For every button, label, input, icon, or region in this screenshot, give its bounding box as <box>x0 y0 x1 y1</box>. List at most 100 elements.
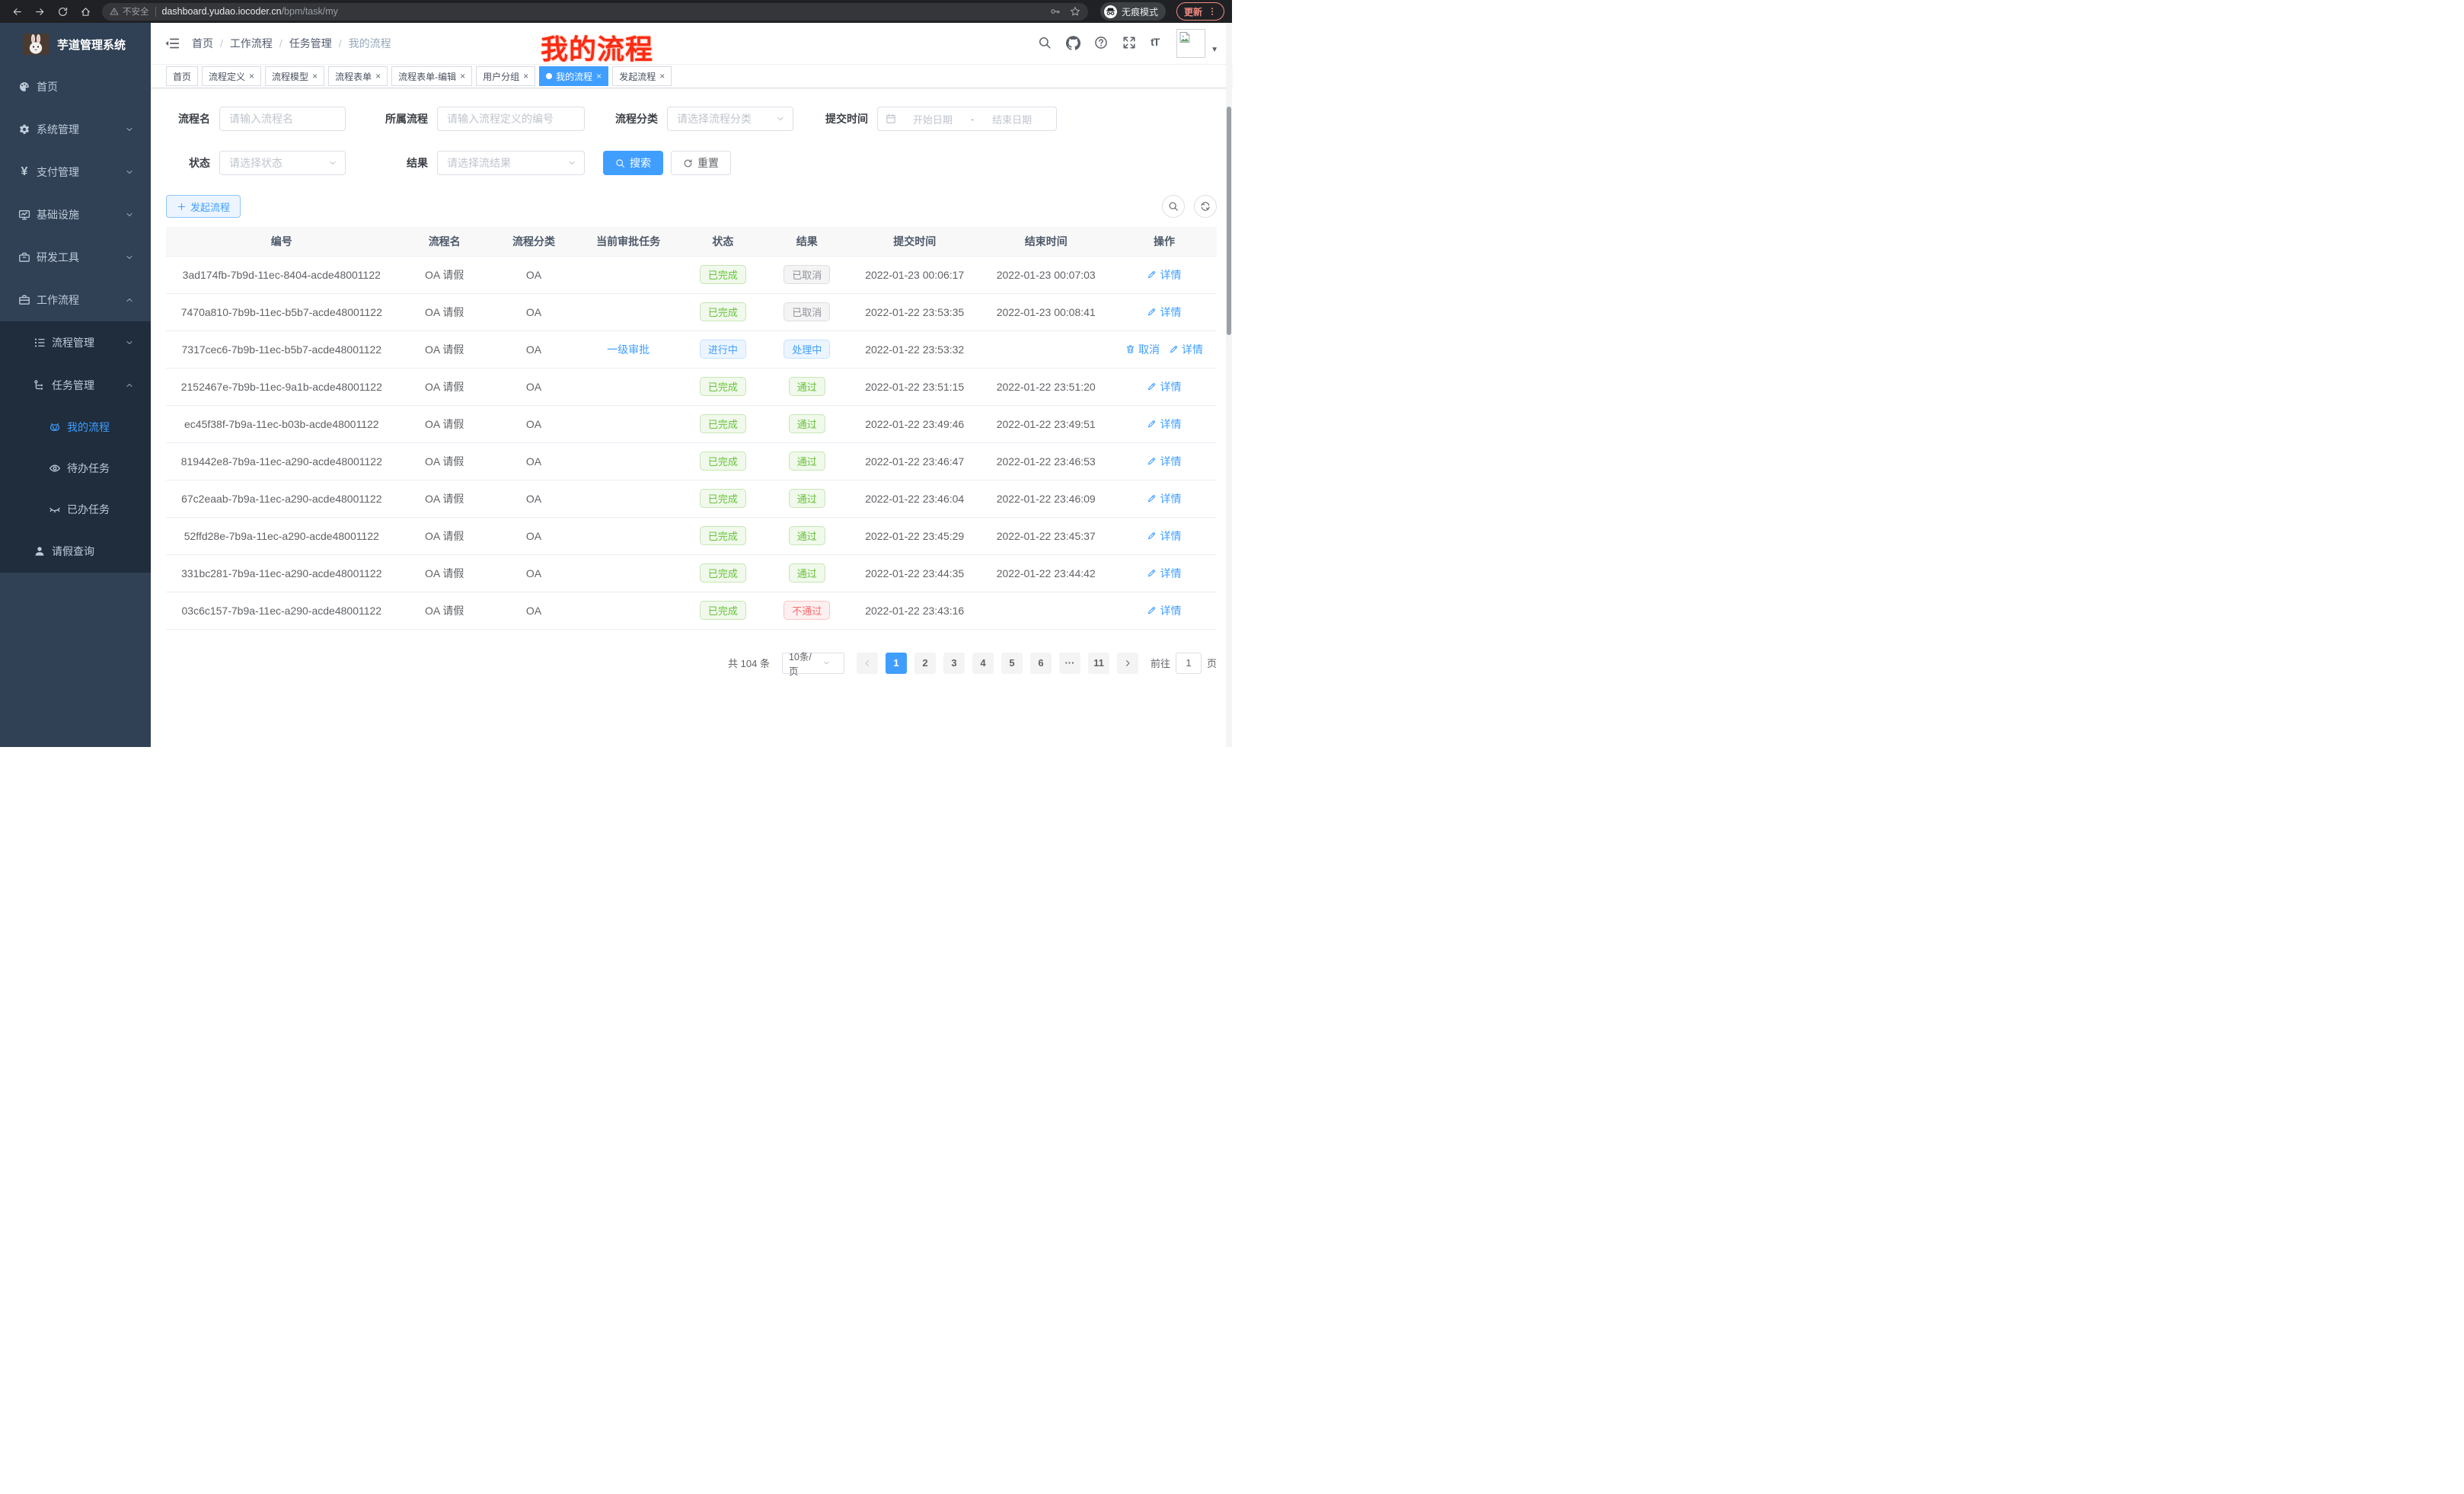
detail-link[interactable]: 详情 <box>1147 454 1181 469</box>
sidebar-item-研发工具[interactable]: 研发工具 <box>0 236 151 279</box>
toggle-search-button[interactable] <box>1162 195 1185 218</box>
chevron-down-icon <box>125 338 134 347</box>
page-size-select[interactable]: 10条/页 <box>782 653 844 674</box>
status-badge: 已完成 <box>700 601 746 620</box>
create-process-button[interactable]: 发起流程 <box>166 195 241 218</box>
breadcrumb-home[interactable]: 首页 <box>192 36 213 51</box>
font-size-button[interactable]: tT <box>1151 36 1166 51</box>
filter-result-select[interactable]: 请选择流结果 <box>437 151 585 175</box>
tab-label: 流程模型 <box>272 70 308 83</box>
tab-流程表单[interactable]: 流程表单× <box>328 66 388 86</box>
cell-process-name: OA 请假 <box>397 293 492 330</box>
tab-流程定义[interactable]: 流程定义 × <box>202 66 261 86</box>
edit-icon <box>1147 605 1157 615</box>
filter-name-input[interactable] <box>219 107 346 131</box>
sidebar-item-工作流程[interactable]: 工作流程 <box>0 279 151 321</box>
result-badge: 通过 <box>789 377 825 396</box>
key-icon[interactable] <box>1050 6 1061 17</box>
page-button-1[interactable]: 1 <box>886 653 907 674</box>
sidebar-item-基础设施[interactable]: 基础设施 <box>0 193 151 236</box>
detail-link[interactable]: 详情 <box>1147 267 1181 283</box>
sidebar-item-请假查询[interactable]: 请假查询 <box>0 530 151 573</box>
sidebar-item-我的流程[interactable]: 我的流程 <box>0 407 151 448</box>
close-icon[interactable]: × <box>659 72 665 81</box>
page-button-2[interactable]: 2 <box>914 653 936 674</box>
close-icon[interactable]: × <box>249 72 254 81</box>
page-button-5[interactable]: 5 <box>1001 653 1023 674</box>
bookmark-star-icon[interactable] <box>1070 6 1080 17</box>
breadcrumb-task[interactable]: 任务管理 <box>289 36 332 51</box>
scrollbar-thumb[interactable] <box>1227 107 1231 335</box>
table-row: 52ffd28e-7b9a-11ec-a290-acde48001122OA 请… <box>166 517 1217 554</box>
sidebar-item-已办任务[interactable]: 已办任务 <box>0 489 151 530</box>
fullscreen-button[interactable] <box>1122 36 1138 51</box>
browser-back-button[interactable] <box>8 2 26 21</box>
sidebar-item-待办任务[interactable]: 待办任务 <box>0 448 151 489</box>
browser-forward-button[interactable] <box>30 2 49 21</box>
page-button-4[interactable]: 4 <box>972 653 994 674</box>
detail-link[interactable]: 详情 <box>1147 417 1181 432</box>
help-button[interactable] <box>1094 36 1109 51</box>
next-page-button[interactable] <box>1117 653 1138 674</box>
chevron-up-icon <box>125 295 134 305</box>
goto-page-input[interactable] <box>1176 653 1202 674</box>
prev-page-button[interactable] <box>857 653 878 674</box>
page-button-3[interactable]: 3 <box>943 653 965 674</box>
page-button-6[interactable]: 6 <box>1030 653 1052 674</box>
detail-link[interactable]: 详情 <box>1147 491 1181 506</box>
detail-link[interactable]: 详情 <box>1147 379 1181 394</box>
refresh-table-button[interactable] <box>1194 195 1217 218</box>
page-scrollbar[interactable] <box>1226 23 1232 747</box>
filter-submit-time-range[interactable]: 开始日期 - 结束日期 <box>877 107 1057 131</box>
sidebar-toggle-button[interactable] <box>164 37 180 50</box>
browser-reload-button[interactable] <box>53 2 72 21</box>
detail-link[interactable]: 详情 <box>1169 342 1203 357</box>
tab-首页[interactable]: 首页 <box>166 66 198 86</box>
detail-link[interactable]: 详情 <box>1147 566 1181 581</box>
avatar-caret-icon[interactable]: ▼ <box>1211 46 1218 54</box>
tab-用户分组[interactable]: 用户分组× <box>476 66 535 86</box>
filter-category-select[interactable]: 请选择流程分类 <box>667 107 793 131</box>
reset-button[interactable]: 重置 <box>671 151 731 175</box>
page-button-11[interactable]: 11 <box>1088 653 1109 674</box>
sidebar-item-任务管理[interactable]: 任务管理 <box>0 364 151 407</box>
close-icon[interactable]: × <box>523 72 528 81</box>
detail-link[interactable]: 详情 <box>1147 305 1181 320</box>
sidebar-item-首页[interactable]: 首页 <box>0 65 151 108</box>
page-more-button[interactable]: ··· <box>1059 653 1080 674</box>
close-icon[interactable]: × <box>312 72 318 81</box>
cell-submit-time: 2022-01-22 23:51:15 <box>849 368 981 405</box>
cancel-link[interactable]: 取消 <box>1125 342 1160 357</box>
avatar[interactable] <box>1176 29 1205 58</box>
tab-流程模型[interactable]: 流程模型 × <box>265 66 324 86</box>
incognito-badge: 无痕模式 <box>1100 2 1166 21</box>
breadcrumb-workflow[interactable]: 工作流程 <box>230 36 273 51</box>
browser-menu-icon[interactable] <box>1208 7 1217 16</box>
tab-流程表单-编辑[interactable]: 流程表单-编辑× <box>391 66 472 86</box>
detail-link[interactable]: 详情 <box>1147 528 1181 544</box>
sidebar-item-系统管理[interactable]: 系统管理 <box>0 108 151 151</box>
cell-process-category: OA <box>492 480 576 517</box>
github-button[interactable] <box>1066 36 1081 51</box>
filter-status-select[interactable]: 请选择状态 <box>219 151 346 175</box>
tab-label: 流程定义 <box>209 70 245 83</box>
header-search-button[interactable] <box>1038 36 1053 51</box>
tab-发起流程[interactable]: 发起流程× <box>612 66 672 86</box>
tab-我的流程[interactable]: 我的流程× <box>539 66 608 86</box>
close-icon[interactable]: × <box>460 72 465 81</box>
search-icon <box>1038 36 1052 49</box>
filter-definition-input[interactable] <box>437 107 585 131</box>
search-button[interactable]: 搜索 <box>603 151 663 175</box>
sidebar-item-支付管理[interactable]: ¥支付管理 <box>0 151 151 193</box>
browser-update-button[interactable]: 更新 <box>1176 2 1224 21</box>
sidebar-item-流程管理[interactable]: 流程管理 <box>0 321 151 364</box>
close-icon[interactable]: × <box>596 72 602 81</box>
browser-home-button[interactable] <box>76 2 94 21</box>
address-bar[interactable]: 不安全 dashboard.yudao.iocoder.cn /bpm/task… <box>102 3 1088 21</box>
cell-actions: 详情 <box>1112 442 1217 480</box>
forward-icon <box>34 6 46 18</box>
current-task-link[interactable]: 一级审批 <box>607 343 650 356</box>
close-icon[interactable]: × <box>375 72 381 81</box>
detail-link[interactable]: 详情 <box>1147 603 1181 618</box>
sidebar-item-label: 基础设施 <box>37 207 79 222</box>
